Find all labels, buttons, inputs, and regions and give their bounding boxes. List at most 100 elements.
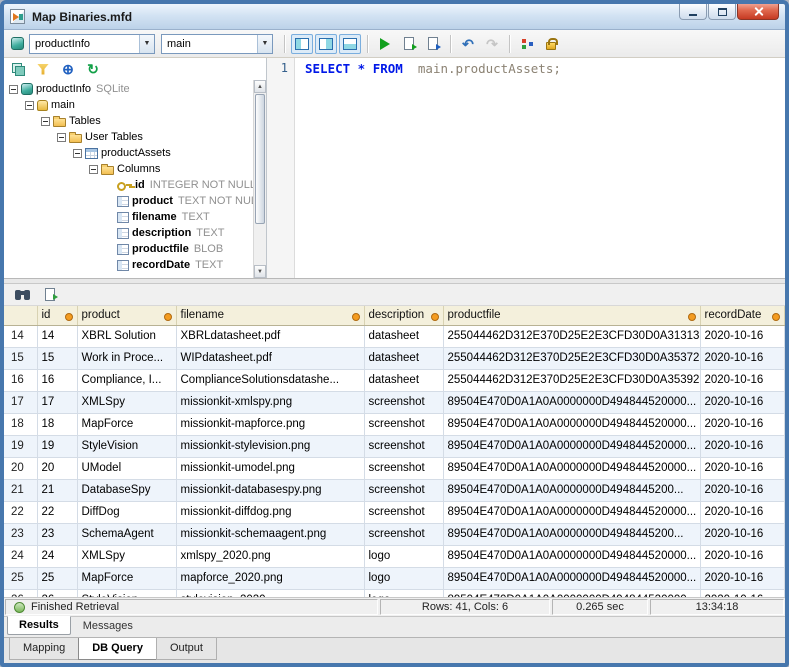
cell[interactable]: stylevision_2020... (176, 589, 364, 597)
cell[interactable]: 20 (37, 457, 77, 479)
cell[interactable]: XMLSpy (77, 545, 176, 567)
table-row[interactable]: 1616Compliance, I...ComplianceSolutionsd… (4, 369, 785, 391)
cell[interactable]: 2020-10-16 (700, 435, 785, 457)
locate-object-button[interactable]: ⊕ (60, 61, 76, 77)
cell[interactable]: 255044462D312E370D25E2E3CFD30D0A31313... (443, 325, 700, 347)
cell[interactable]: 89504E470D0A1A0A0000000D494844520000... (443, 545, 700, 567)
filter-contents-button[interactable] (35, 61, 51, 77)
cell[interactable]: 2020-10-16 (700, 523, 785, 545)
table-row[interactable]: 2424XMLSpyxmlspy_2020.pnglogo89504E470D0… (4, 545, 785, 567)
table-row[interactable]: 2525MapForcemapforce_2020.pnglogo89504E4… (4, 567, 785, 589)
scroll-thumb[interactable] (255, 94, 265, 224)
cell[interactable]: missionkit-xmlspy.png (176, 391, 364, 413)
cell[interactable]: 2020-10-16 (700, 457, 785, 479)
cell[interactable]: 89504E470D0A1A0A0000000D494844520000... (443, 501, 700, 523)
cell[interactable]: SchemaAgent (77, 523, 176, 545)
scroll-down-icon[interactable]: ▼ (254, 265, 266, 278)
sql-code-line[interactable]: SELECT * FROM main.productAssets; (305, 61, 785, 77)
tree-item-filename[interactable]: filenameTEXT (4, 209, 253, 225)
tree-item-user-tables[interactable]: User Tables (4, 129, 253, 145)
column-header-id[interactable]: id (37, 306, 77, 325)
cell[interactable]: 89504E470D0A1A0A0000000D4948445200... (443, 523, 700, 545)
collapse-icon[interactable] (25, 101, 34, 110)
column-header-filename[interactable]: filename (176, 306, 364, 325)
cell[interactable]: Work in Proce... (77, 347, 176, 369)
cell[interactable]: missionkit-stylevision.png (176, 435, 364, 457)
scroll-up-icon[interactable]: ▲ (254, 80, 266, 93)
cell[interactable]: 2020-10-16 (700, 347, 785, 369)
table-row[interactable]: 1818MapForcemissionkit-mapforce.pngscree… (4, 413, 785, 435)
cell[interactable]: 17 (37, 391, 77, 413)
tree-item-description[interactable]: descriptionTEXT (4, 225, 253, 241)
cell[interactable]: 2020-10-16 (700, 369, 785, 391)
column-header-description[interactable]: description (364, 306, 443, 325)
tree-item-product[interactable]: productTEXT NOT NULL (4, 193, 253, 209)
tree-item-tables[interactable]: Tables (4, 113, 253, 129)
close-button[interactable] (737, 4, 779, 20)
cell[interactable]: MapForce (77, 567, 176, 589)
tab-results[interactable]: Results (7, 616, 71, 635)
cell[interactable]: 15 (37, 347, 77, 369)
cell[interactable]: 2020-10-16 (700, 391, 785, 413)
cell[interactable]: screenshot (364, 391, 443, 413)
cell[interactable]: ComplianceSolutionsdatashe... (176, 369, 364, 391)
cell[interactable]: 89504E470D0A1A0A0000000D494844520000... (443, 567, 700, 589)
cell[interactable]: 2020-10-16 (700, 479, 785, 501)
tab-messages[interactable]: Messages (71, 617, 145, 636)
cell[interactable]: screenshot (364, 523, 443, 545)
show-query-pane-button[interactable] (315, 34, 337, 54)
tree-item-productassets[interactable]: productAssets (4, 145, 253, 161)
cell[interactable]: 255044462D312E370D25E2E3CFD30D0A35392... (443, 369, 700, 391)
import-sql-file-button[interactable] (422, 34, 444, 54)
cell[interactable]: 2020-10-16 (700, 545, 785, 567)
cell[interactable]: 22 (37, 501, 77, 523)
cell[interactable]: 2020-10-16 (700, 501, 785, 523)
cell[interactable]: XMLSpy (77, 391, 176, 413)
cell[interactable]: StyleVision (77, 589, 176, 597)
titlebar[interactable]: Map Binaries.mfd (4, 4, 785, 30)
cell[interactable]: 89504E470D0A1A0A0000000D494844520000... (443, 457, 700, 479)
cell[interactable]: StyleVision (77, 435, 176, 457)
table-row[interactable]: 1919StyleVisionmissionkit-stylevision.pn… (4, 435, 785, 457)
maximize-button[interactable] (708, 4, 736, 20)
column-header-recordDate[interactable]: recordDate (700, 306, 785, 325)
cell[interactable]: screenshot (364, 435, 443, 457)
cell[interactable]: UModel (77, 457, 176, 479)
cell[interactable]: logo (364, 589, 443, 597)
collapse-icon[interactable] (57, 133, 66, 142)
cell[interactable]: 2020-10-16 (700, 567, 785, 589)
table-row[interactable]: 2626StyleVisionstylevision_2020...logo89… (4, 589, 785, 597)
cell[interactable]: 16 (37, 369, 77, 391)
refresh-browser-button[interactable]: ↻ (85, 61, 101, 77)
cell[interactable]: logo (364, 545, 443, 567)
column-header-productfile[interactable]: productfile (443, 306, 700, 325)
cell[interactable]: missionkit-mapforce.png (176, 413, 364, 435)
chevron-down-icon[interactable]: ▼ (257, 35, 272, 53)
cell[interactable]: 14 (37, 325, 77, 347)
column-header-product[interactable]: product (77, 306, 176, 325)
cell[interactable]: xmlspy_2020.png (176, 545, 364, 567)
table-row[interactable]: 1717XMLSpymissionkit-xmlspy.pngscreensho… (4, 391, 785, 413)
cell[interactable]: logo (364, 567, 443, 589)
tree-item-recorddate[interactable]: recordDateTEXT (4, 257, 253, 273)
cell[interactable]: datasheet (364, 369, 443, 391)
tab-mapping[interactable]: Mapping (9, 638, 78, 660)
cell[interactable]: 89504E470D0A1A0A0000000D4948445200... (443, 479, 700, 501)
cell[interactable]: 21 (37, 479, 77, 501)
database-combo[interactable]: productInfo ▼ (29, 34, 155, 54)
cell[interactable]: datasheet (364, 347, 443, 369)
table-row[interactable]: 1414XBRL SolutionXBRLdatasheet.pdfdatash… (4, 325, 785, 347)
cell[interactable]: mapforce_2020.png (176, 567, 364, 589)
tree-item-productfile[interactable]: productfileBLOB (4, 241, 253, 257)
tree-item-productinfo[interactable]: productInfoSQLite (4, 81, 253, 97)
cell[interactable]: 25 (37, 567, 77, 589)
show-browser-pane-button[interactable] (291, 34, 313, 54)
collapse-icon[interactable] (41, 117, 50, 126)
cell[interactable]: datasheet (364, 325, 443, 347)
copy-database-structure-button[interactable] (10, 61, 26, 77)
execute-script-file-button[interactable] (398, 34, 420, 54)
cell[interactable]: XBRLdatasheet.pdf (176, 325, 364, 347)
collapse-icon[interactable] (73, 149, 82, 158)
show-results-pane-button[interactable] (339, 34, 361, 54)
chevron-down-icon[interactable]: ▼ (139, 35, 154, 53)
